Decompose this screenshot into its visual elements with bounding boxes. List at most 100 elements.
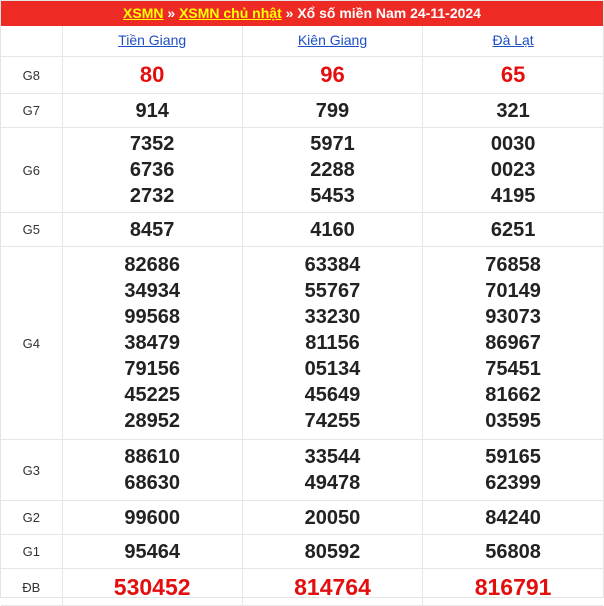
prize-number: 28952 bbox=[124, 410, 180, 432]
prize-numbers-cell: 99600 bbox=[62, 500, 243, 535]
prize-numbers-cell: 76858 70149 93073 86967 75451 81662 03595 bbox=[422, 246, 603, 440]
province-header-row: Tiền Giang Kiên Giang Đà Lạt bbox=[1, 26, 603, 57]
results-table: Tiền Giang Kiên Giang Đà Lạt G8 80 96 65 G7 9… bbox=[1, 26, 603, 606]
prize-numbers-cell: 814764 bbox=[242, 568, 424, 606]
label-header-cell bbox=[1, 26, 63, 57]
prize-numbers-cell: 82686 34934 99568 38479 79156 45225 28952 bbox=[62, 246, 243, 440]
province-link-kien-giang[interactable]: Kiên Giang bbox=[298, 32, 367, 48]
prize-label: G3 bbox=[1, 439, 63, 501]
prize-row-g2: G2 99600 20050 84240 bbox=[1, 500, 603, 535]
prize-number: 68630 bbox=[124, 472, 180, 494]
prize-number: 99600 bbox=[124, 506, 180, 529]
prize-number: 4160 bbox=[310, 218, 355, 241]
prize-number: 05134 bbox=[304, 358, 361, 380]
prize-numbers-cell: 80 bbox=[62, 56, 243, 94]
province-link-tien-giang[interactable]: Tiền Giang bbox=[118, 32, 186, 48]
prize-number: 96 bbox=[320, 62, 345, 87]
prize-numbers-cell: 914 bbox=[62, 93, 243, 128]
prize-number: 59165 bbox=[485, 446, 541, 468]
prize-label: ĐB bbox=[1, 568, 63, 606]
prize-number: 93073 bbox=[485, 306, 541, 328]
prize-row-g3: G3 88610 68630 33544 49478 59165 62399 bbox=[1, 439, 603, 501]
prize-numbers-cell: 6251 bbox=[422, 212, 603, 247]
prize-label: G7 bbox=[1, 93, 63, 128]
prize-number: 816791 bbox=[474, 574, 552, 600]
prize-number: 0030 bbox=[490, 133, 536, 155]
xsmn-link[interactable]: XSMN bbox=[123, 5, 163, 21]
prize-row-g4: G4 82686 34934 99568 38479 79156 45225 28952 633… bbox=[1, 246, 603, 440]
prize-number: 45225 bbox=[124, 384, 180, 406]
prize-label: G2 bbox=[1, 500, 63, 535]
prize-label: G1 bbox=[1, 534, 63, 569]
prize-row-g5: G5 8457 4160 6251 bbox=[1, 212, 603, 247]
prize-numbers-cell: 5971 2288 5453 bbox=[242, 127, 424, 213]
prize-number: 530452 bbox=[113, 574, 191, 600]
prize-number: 82686 bbox=[124, 254, 180, 276]
prize-number: 84240 bbox=[485, 506, 541, 529]
prize-numbers-cell: 7352 6736 2732 bbox=[62, 127, 243, 213]
prize-numbers-cell: 96 bbox=[242, 56, 424, 94]
prize-number: 45649 bbox=[304, 384, 361, 406]
prize-label: G8 bbox=[1, 56, 63, 94]
prize-row-g1: G1 95464 80592 56808 bbox=[1, 534, 603, 569]
prize-number: 81156 bbox=[305, 332, 360, 354]
province-cell: Tiền Giang bbox=[62, 26, 243, 57]
prize-number: 80592 bbox=[304, 540, 361, 563]
prize-number: 814764 bbox=[294, 574, 371, 600]
prize-numbers-cell: 530452 bbox=[62, 568, 243, 606]
prize-number: 80 bbox=[139, 62, 165, 87]
breadcrumb-separator: » bbox=[163, 5, 180, 21]
prize-number: 86967 bbox=[485, 332, 541, 354]
prize-number: 99568 bbox=[124, 306, 180, 328]
prize-row-đb: ĐB 530452 814764 816791 bbox=[1, 568, 603, 606]
breadcrumb-separator: » bbox=[281, 5, 298, 21]
prize-number: 2288 bbox=[310, 159, 355, 181]
lottery-results-panel: XSMN » XSMN chủ nhật » Xổ số miền Nam 24… bbox=[0, 0, 604, 606]
prize-numbers-cell: 84240 bbox=[422, 500, 603, 535]
province-cell: Kiên Giang bbox=[242, 26, 424, 57]
prize-number: 0023 bbox=[490, 159, 536, 181]
xsmn-sunday-link[interactable]: XSMN chủ nhật bbox=[179, 5, 282, 21]
prize-numbers-cell: 8457 bbox=[62, 212, 243, 247]
prize-number: 49478 bbox=[304, 472, 361, 494]
prize-number: 7352 bbox=[129, 133, 175, 155]
province-cell: Đà Lạt bbox=[422, 26, 603, 57]
prize-number: 33544 bbox=[304, 446, 361, 468]
prize-label: G6 bbox=[1, 127, 63, 213]
prize-numbers-cell: 59165 62399 bbox=[422, 439, 603, 501]
prize-label: G4 bbox=[1, 246, 63, 440]
prize-numbers-cell: 799 bbox=[242, 93, 424, 128]
prize-label: G5 bbox=[1, 212, 63, 247]
prize-number: 62399 bbox=[485, 472, 541, 494]
prize-number: 914 bbox=[135, 99, 169, 122]
prize-numbers-cell: 20050 bbox=[242, 500, 424, 535]
prize-number: 34934 bbox=[124, 280, 180, 302]
results-title: Xổ số miền Nam 24-11-2024 bbox=[297, 5, 481, 21]
prize-number: 79156 bbox=[124, 358, 180, 380]
prize-number: 65 bbox=[500, 62, 526, 87]
prize-numbers-cell: 56808 bbox=[422, 534, 603, 569]
prize-number: 33230 bbox=[304, 306, 361, 328]
prize-number: 70149 bbox=[485, 280, 541, 302]
prize-numbers-cell: 0030 0023 4195 bbox=[422, 127, 603, 213]
prize-number: 8457 bbox=[129, 218, 175, 241]
prize-row-g7: G7 914 799 321 bbox=[1, 93, 603, 128]
prize-number: 76858 bbox=[485, 254, 541, 276]
prize-number: 55767 bbox=[304, 280, 361, 302]
prize-numbers-cell: 816791 bbox=[422, 568, 603, 606]
province-link-da-lat[interactable]: Đà Lạt bbox=[492, 32, 533, 48]
prize-number: 20050 bbox=[304, 506, 361, 529]
prize-number: 75451 bbox=[485, 358, 541, 380]
prize-number: 74255 bbox=[304, 410, 361, 432]
prize-numbers-cell: 33544 49478 bbox=[242, 439, 424, 501]
prize-numbers-cell: 88610 68630 bbox=[62, 439, 243, 501]
prize-number: 63384 bbox=[304, 254, 361, 276]
results-header: XSMN » XSMN chủ nhật » Xổ số miền Nam 24… bbox=[1, 1, 603, 26]
prize-row-g8: G8 80 96 65 bbox=[1, 56, 603, 94]
prize-row-g6: G6 7352 6736 2732 5971 2288 5453 0030 0023 4195 bbox=[1, 127, 603, 213]
prize-number: 95464 bbox=[124, 540, 180, 563]
prize-number: 2732 bbox=[129, 185, 175, 207]
prize-numbers-cell: 321 bbox=[422, 93, 603, 128]
prize-number: 88610 bbox=[124, 446, 180, 468]
prize-numbers-cell: 80592 bbox=[242, 534, 424, 569]
